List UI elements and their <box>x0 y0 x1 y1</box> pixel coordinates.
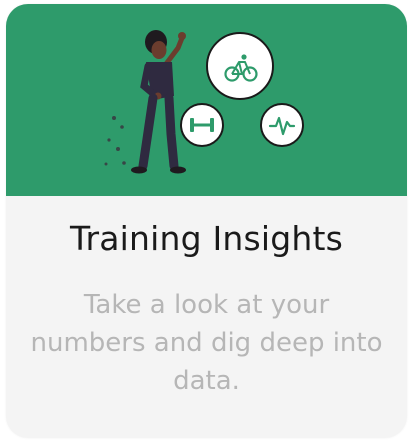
dumbbell-icon <box>180 103 224 147</box>
hero-illustration <box>6 4 407 196</box>
person-illustration <box>131 30 186 174</box>
decorative-dots <box>104 116 126 166</box>
card-description: Take a look at your numbers and dig deep… <box>30 290 383 396</box>
card-title: Training Insights <box>69 219 344 258</box>
heart-rate-icon <box>260 103 304 147</box>
training-insights-card[interactable]: Training Insights Take a look at your nu… <box>6 4 407 438</box>
hero-svg <box>104 30 304 174</box>
bicycle-icon <box>206 32 274 100</box>
